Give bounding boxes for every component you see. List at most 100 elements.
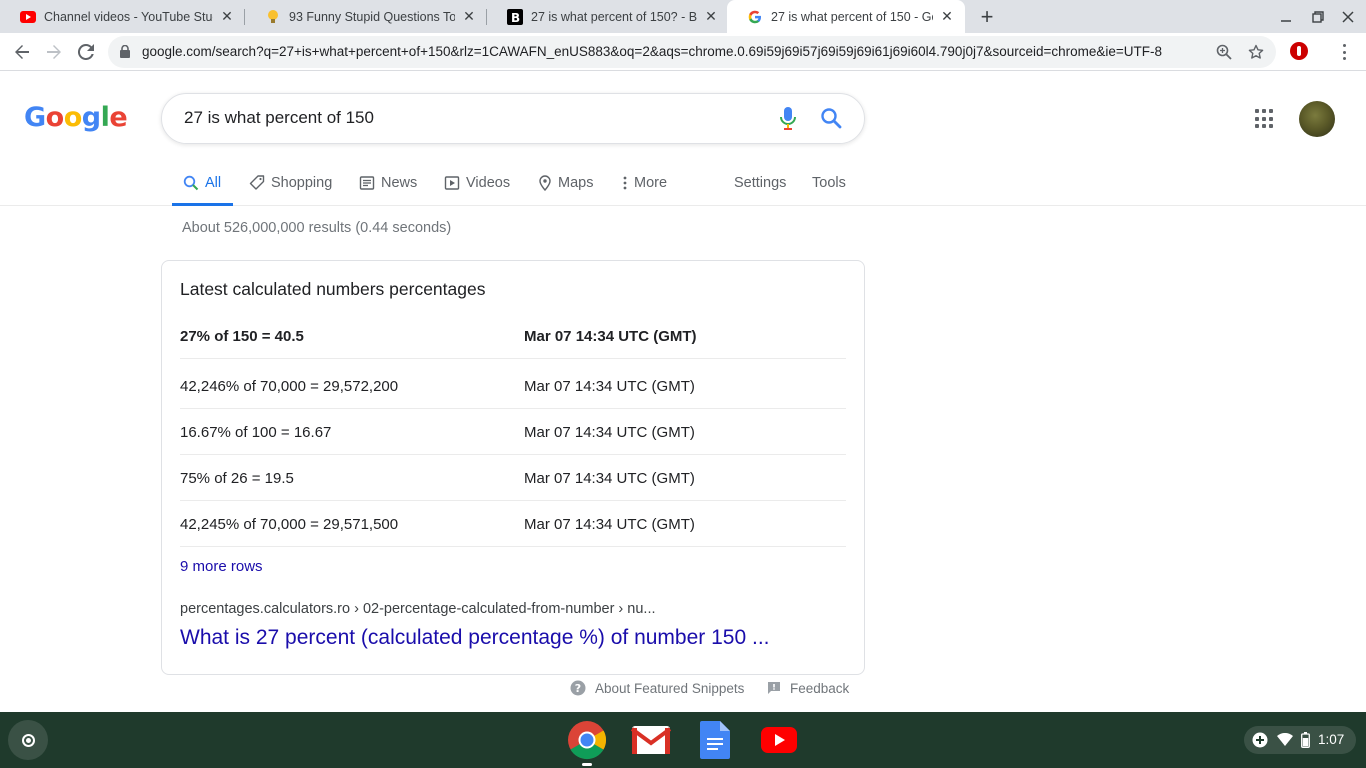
browser-tab-google-search[interactable]: 27 is what percent of 150 - Google Searc… <box>727 0 965 33</box>
system-tray[interactable]: 1:07 <box>1244 726 1356 754</box>
add-circle-icon <box>1252 732 1268 748</box>
table-row: 27% of 150 = 40.5 Mar 07 14:34 UTC (GMT) <box>180 313 846 359</box>
adblock-extension-icon[interactable] <box>1290 42 1308 60</box>
browser-tab-funny-questions[interactable]: 93 Funny Stupid Questions To Ask ✕ <box>245 0 487 33</box>
table-cell: Mar 07 14:34 UTC (GMT) <box>524 516 695 533</box>
featured-snippet: Latest calculated numbers percentages 27… <box>161 260 865 675</box>
minimize-icon[interactable] <box>1276 7 1296 27</box>
tab-label: All <box>205 174 222 191</box>
close-icon[interactable]: ✕ <box>703 8 719 25</box>
launcher-icon[interactable] <box>8 720 48 760</box>
tab-label: Settings <box>734 174 787 191</box>
settings-link[interactable]: Settings <box>734 160 786 205</box>
clock: 1:07 <box>1318 732 1345 747</box>
browser-toolbar: google.com/search?q=27+is+what+percent+o… <box>0 33 1366 71</box>
play-icon <box>444 175 460 190</box>
tools-link[interactable]: Tools <box>812 160 846 205</box>
feedback-link[interactable]: Feedback <box>767 678 849 698</box>
logo-letter: e <box>109 102 128 133</box>
table-cell: 16.67% of 100 = 16.67 <box>180 424 332 441</box>
back-arrow-icon[interactable] <box>11 41 33 63</box>
close-icon[interactable]: ✕ <box>219 8 235 25</box>
feedback-label: Feedback <box>790 680 850 696</box>
about-featured-snippets-link[interactable]: ? About Featured Snippets <box>570 678 744 698</box>
zoom-icon[interactable] <box>1216 44 1232 65</box>
search-icon[interactable] <box>820 107 842 134</box>
forward-arrow-icon[interactable] <box>43 41 65 63</box>
brainly-icon: B <box>507 8 523 25</box>
more-vert-icon <box>623 176 627 189</box>
snippet-title: Latest calculated numbers percentages <box>180 279 486 299</box>
svg-text:B: B <box>511 11 520 25</box>
logo-letter: o <box>45 102 65 133</box>
table-cell: Mar 07 14:34 UTC (GMT) <box>524 378 695 395</box>
tab-label: Tools <box>812 174 846 191</box>
google-icon <box>747 9 763 25</box>
new-tab-button[interactable]: + <box>975 4 999 29</box>
tab-news[interactable]: News <box>359 160 417 205</box>
search-input[interactable]: 27 is what percent of 150 <box>184 108 374 128</box>
search-nav-tabs: All Shopping News Videos Maps More Setti… <box>0 160 1366 206</box>
lightbulb-icon <box>265 9 281 25</box>
table-cell: Mar 07 14:34 UTC (GMT) <box>524 470 695 487</box>
url-text[interactable]: google.com/search?q=27+is+what+percent+o… <box>142 44 1202 59</box>
tab-title: 27 is what percent of 150? - Brainly <box>531 9 697 24</box>
feedback-icon <box>768 682 780 694</box>
restore-icon[interactable] <box>1308 7 1328 27</box>
bookmark-star-icon[interactable] <box>1248 44 1264 65</box>
tab-more[interactable]: More <box>622 160 667 205</box>
table-row: 42,246% of 70,000 = 29,572,200 Mar 07 14… <box>180 363 846 409</box>
result-stats: About 526,000,000 results (0.44 seconds) <box>182 220 452 236</box>
tab-title: 27 is what percent of 150 - Google Searc… <box>771 9 933 24</box>
table-cell: 42,245% of 70,000 = 29,571,500 <box>180 516 399 533</box>
table-row: 16.67% of 100 = 16.67 Mar 07 14:34 UTC (… <box>180 409 846 455</box>
chrome-menu-icon[interactable] <box>1337 42 1351 62</box>
tab-maps[interactable]: Maps <box>538 160 593 205</box>
result-breadcrumb[interactable]: percentages.calculators.ro › 02-percenta… <box>180 601 656 617</box>
close-icon[interactable]: ✕ <box>461 8 477 25</box>
browser-tab-youtube-studio[interactable]: Channel videos - YouTube Studio ✕ <box>0 0 245 33</box>
gmail-icon[interactable] <box>631 720 671 760</box>
search-box[interactable]: 27 is what percent of 150 <box>161 93 865 144</box>
browser-tabstrip: Channel videos - YouTube Studio ✕ 93 Fun… <box>0 0 1366 33</box>
browser-tab-brainly[interactable]: B 27 is what percent of 150? - Brainly ✕ <box>487 0 729 33</box>
tab-label: More <box>634 174 668 191</box>
logo-letter: G <box>24 102 46 133</box>
account-avatar[interactable] <box>1299 101 1335 137</box>
youtube-icon[interactable] <box>759 720 799 760</box>
result-title-link[interactable]: What is 27 percent (calculated percentag… <box>180 626 770 650</box>
logo-letter: o <box>63 102 83 133</box>
search-icon <box>183 175 199 190</box>
more-rows-link[interactable]: 9 more rows <box>180 558 263 575</box>
tab-shopping[interactable]: Shopping <box>249 160 332 205</box>
battery-icon <box>1301 732 1310 748</box>
svg-text:?: ? <box>575 682 581 695</box>
tag-icon <box>249 174 265 190</box>
lock-icon[interactable] <box>120 44 130 63</box>
running-indicator <box>582 763 592 766</box>
table-cell: 27% of 150 = 40.5 <box>180 328 304 345</box>
table-cell: Mar 07 14:34 UTC (GMT) <box>524 424 695 441</box>
map-pin-icon <box>539 174 551 191</box>
google-logo[interactable]: Google <box>24 102 128 133</box>
tab-videos[interactable]: Videos <box>444 160 510 205</box>
table-cell: 75% of 26 = 19.5 <box>180 470 294 487</box>
address-bar[interactable]: google.com/search?q=27+is+what+percent+o… <box>108 36 1276 68</box>
docs-icon[interactable] <box>695 720 735 760</box>
chromeos-shelf: 1:07 <box>0 712 1366 768</box>
table-cell: Mar 07 14:34 UTC (GMT) <box>524 328 697 345</box>
tab-label: Shopping <box>271 174 333 191</box>
table-cell: 42,246% of 70,000 = 29,572,200 <box>180 378 399 395</box>
microphone-icon[interactable] <box>779 107 797 136</box>
close-icon[interactable]: ✕ <box>939 8 955 25</box>
reload-icon[interactable] <box>75 41 97 63</box>
youtube-icon <box>20 9 36 25</box>
window-close-icon[interactable] <box>1338 7 1358 27</box>
news-icon <box>359 175 375 190</box>
tab-all[interactable]: All <box>171 160 234 206</box>
tab-label: Videos <box>466 174 511 191</box>
tab-label: Maps <box>558 174 594 191</box>
google-apps-icon[interactable] <box>1255 109 1275 129</box>
about-snippets-label: About Featured Snippets <box>595 680 745 696</box>
chrome-icon[interactable] <box>567 720 607 760</box>
